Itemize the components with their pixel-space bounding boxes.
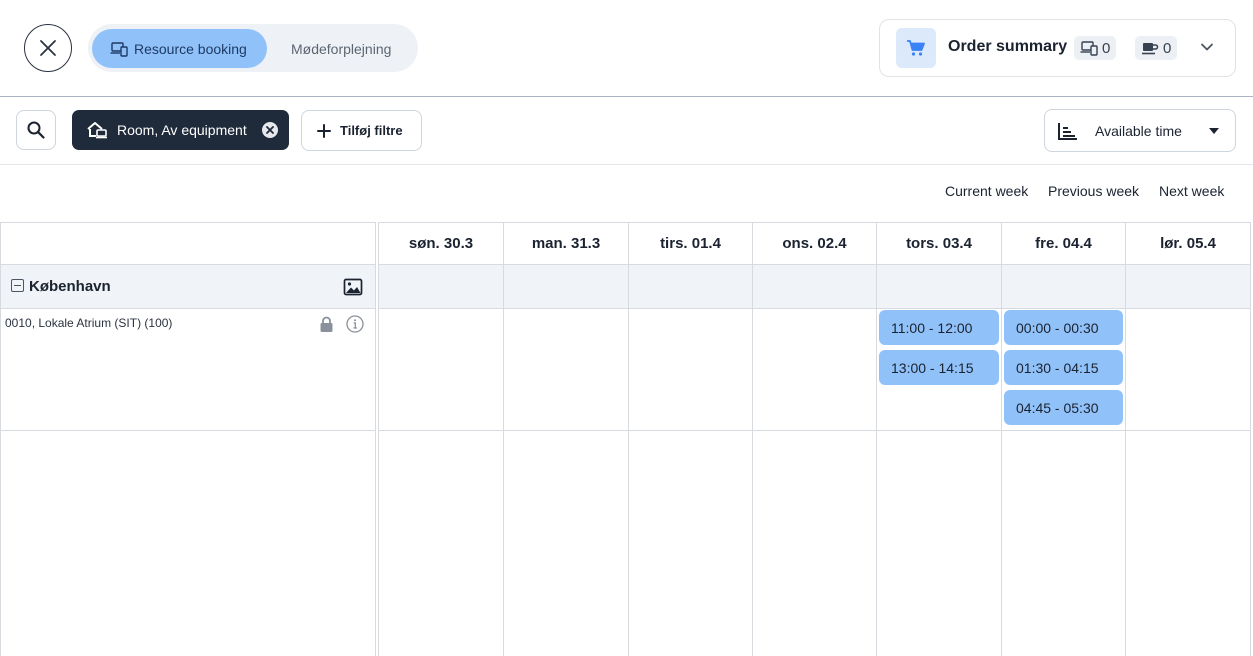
resource-day-cell[interactable]: [629, 309, 752, 431]
day-column: man. 31.3: [503, 223, 628, 656]
next-week-button[interactable]: Next week: [1159, 183, 1224, 199]
resource-day-cell[interactable]: [1126, 309, 1250, 431]
day-header: tors. 03.4: [877, 223, 1001, 265]
previous-week-button[interactable]: Previous week: [1048, 183, 1139, 199]
time-slot[interactable]: 01:30 - 04:15: [1004, 350, 1123, 385]
add-filter-label: Tilføj filtre: [340, 123, 403, 138]
booking-grid: København 0010, Lokale Atrium (SIT) (100…: [0, 222, 1253, 656]
active-filter-chip[interactable]: Room, Av equipment: [72, 110, 289, 150]
search-icon: [27, 121, 45, 139]
resource-name: 0010, Lokale Atrium (SIT) (100): [5, 316, 173, 330]
sort-select[interactable]: Available time: [1044, 109, 1236, 152]
resource-row: 0010, Lokale Atrium (SIT) (100): [1, 309, 375, 431]
equipment-count-badge: 0: [1074, 36, 1117, 60]
order-summary-title: Order summary: [948, 38, 1068, 55]
home-devices-icon: [87, 122, 107, 139]
day-header: lør. 05.4: [1126, 223, 1250, 265]
time-slot[interactable]: 00:00 - 00:30: [1004, 310, 1123, 345]
caret-down-icon: [1209, 128, 1219, 134]
add-filter-button[interactable]: Tilføj filtre: [301, 110, 422, 151]
time-slot[interactable]: 13:00 - 14:15: [879, 350, 999, 385]
catering-count: 0: [1163, 39, 1172, 57]
group-row: København: [1, 265, 375, 309]
group-cell: [1002, 265, 1125, 309]
day-column: ons. 02.4: [752, 223, 876, 656]
resource-day-cell[interactable]: [379, 309, 503, 431]
time-slot[interactable]: 04:45 - 05:30: [1004, 390, 1123, 425]
day-column: tors. 03.4 11:00 - 12:00 13:00 - 14:15: [876, 223, 1001, 656]
group-cell: [1126, 265, 1250, 309]
order-summary[interactable]: Order summary 0 0: [879, 19, 1236, 77]
day-header: søn. 30.3: [379, 223, 503, 265]
lock-icon: [320, 316, 333, 332]
plus-icon: [317, 123, 331, 138]
group-cell: [629, 265, 752, 309]
chevron-down-icon[interactable]: [1198, 38, 1216, 56]
mode-switcher: Resource booking Mødeforplejning: [88, 24, 418, 72]
resource-panel-header: [1, 223, 375, 265]
cart-button[interactable]: [896, 28, 936, 68]
sort-bars-icon: [1058, 122, 1077, 140]
day-header: fre. 04.4: [1002, 223, 1125, 265]
equipment-count: 0: [1102, 39, 1111, 57]
tab-resource-booking[interactable]: Resource booking: [92, 29, 267, 68]
active-filter-label: Room, Av equipment: [117, 122, 247, 138]
devices-icon: [110, 41, 128, 57]
image-icon[interactable]: [343, 278, 363, 296]
tab-modeforplejning-label: Mødeforplejning: [291, 40, 392, 57]
current-week-button[interactable]: Current week: [945, 183, 1028, 199]
catering-count-badge: 0: [1135, 36, 1178, 60]
group-cell: [504, 265, 628, 309]
remove-filter-icon[interactable]: [261, 121, 279, 139]
day-column: tirs. 01.4: [628, 223, 752, 656]
collapse-toggle-icon[interactable]: [11, 279, 24, 292]
day-column: fre. 04.4 00:00 - 00:30 01:30 - 04:15 04…: [1001, 223, 1125, 656]
close-button[interactable]: [24, 24, 72, 72]
devices-icon: [1080, 41, 1098, 56]
info-icon[interactable]: [346, 315, 364, 333]
group-name: København: [29, 278, 111, 295]
coffee-icon: [1142, 43, 1159, 55]
sort-select-label: Available time: [1095, 122, 1182, 139]
day-header: man. 31.3: [504, 223, 628, 265]
search-button[interactable]: [16, 110, 56, 150]
calendar: søn. 30.3 man. 31.3 tirs. 01.4 ons. 02.4…: [378, 222, 1251, 656]
tab-modeforplejning[interactable]: Mødeforplejning: [291, 29, 391, 68]
group-cell: [877, 265, 1001, 309]
resource-panel: København 0010, Lokale Atrium (SIT) (100…: [0, 222, 376, 656]
resource-day-cell[interactable]: [753, 309, 876, 431]
day-header: tirs. 01.4: [629, 223, 752, 265]
tab-resource-booking-label: Resource booking: [134, 40, 247, 57]
resource-day-cell[interactable]: [504, 309, 628, 431]
filter-bar: Room, Av equipment Tilføj filtre Availab…: [0, 97, 1253, 165]
top-header: Resource booking Mødeforplejning Order s…: [0, 0, 1253, 97]
day-column: søn. 30.3: [378, 223, 503, 656]
cart-icon: [907, 40, 925, 56]
group-cell: [379, 265, 503, 309]
day-column: lør. 05.4: [1125, 223, 1250, 656]
group-cell: [753, 265, 876, 309]
day-header: ons. 02.4: [753, 223, 876, 265]
time-slot[interactable]: 11:00 - 12:00: [879, 310, 999, 345]
close-icon: [40, 40, 56, 56]
resource-day-cell[interactable]: 00:00 - 00:30 01:30 - 04:15 04:45 - 05:3…: [1002, 309, 1125, 431]
resource-day-cell[interactable]: 11:00 - 12:00 13:00 - 14:15: [877, 309, 1001, 431]
